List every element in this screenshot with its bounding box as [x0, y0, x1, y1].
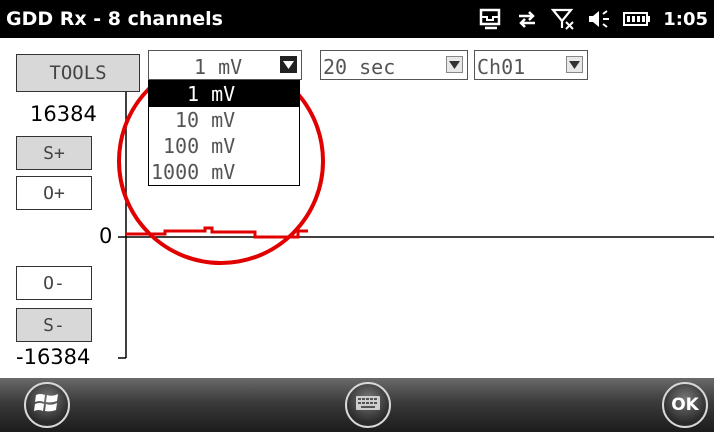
- keyboard-button[interactable]: [345, 382, 391, 428]
- status-icons: 1:05: [479, 6, 708, 32]
- range-select-value: 1 mV: [194, 55, 243, 79]
- channel-select[interactable]: Ch01: [474, 50, 588, 80]
- channel-select-value: Ch01: [477, 55, 526, 79]
- range-option[interactable]: 1 mV: [149, 81, 299, 107]
- offset-down-button[interactable]: O-: [16, 266, 92, 300]
- time-select-value: 20 sec: [323, 55, 396, 79]
- chevron-down-icon[interactable]: [566, 56, 583, 73]
- range-dropdown-list: 1 mV 10 mV 100 mV 1000 mV: [148, 80, 300, 186]
- clock[interactable]: 1:05: [663, 9, 708, 30]
- inbox-icon[interactable]: [479, 8, 503, 30]
- title-bar: GDD Rx - 8 channels 1:05: [0, 0, 714, 38]
- offset-up-button[interactable]: O+: [16, 176, 92, 210]
- range-option[interactable]: 100 mV: [149, 133, 299, 159]
- windows-start-icon: [34, 391, 60, 420]
- scale-down-button[interactable]: S-: [16, 308, 92, 342]
- no-signal-icon[interactable]: [551, 8, 575, 30]
- scale-up-button[interactable]: S+: [16, 136, 92, 170]
- y-max-label: 16384: [30, 102, 97, 126]
- chevron-down-icon[interactable]: [446, 56, 463, 73]
- ok-button[interactable]: OK: [662, 382, 708, 428]
- softkey-bar: OK: [0, 378, 714, 432]
- y-min-label: -16384: [16, 345, 91, 369]
- time-select[interactable]: 20 sec: [320, 50, 468, 80]
- keyboard-icon: [356, 395, 380, 415]
- volume-icon[interactable]: [587, 8, 611, 30]
- battery-icon[interactable]: [623, 8, 651, 30]
- window-title: GDD Rx - 8 channels: [6, 8, 223, 30]
- range-option[interactable]: 1000 mV: [149, 159, 299, 185]
- chevron-down-icon[interactable]: [280, 56, 297, 73]
- tools-button[interactable]: TOOLS: [16, 54, 140, 92]
- connection-icon[interactable]: [515, 8, 539, 30]
- range-select[interactable]: 1 mV: [148, 50, 302, 80]
- range-option[interactable]: 10 mV: [149, 107, 299, 133]
- windows-start-button[interactable]: [24, 382, 70, 428]
- zero-label: 0: [99, 224, 113, 248]
- scope-view: TOOLS 1 mV 20 sec Ch01 1 mV 10 mV 100 mV…: [0, 38, 714, 378]
